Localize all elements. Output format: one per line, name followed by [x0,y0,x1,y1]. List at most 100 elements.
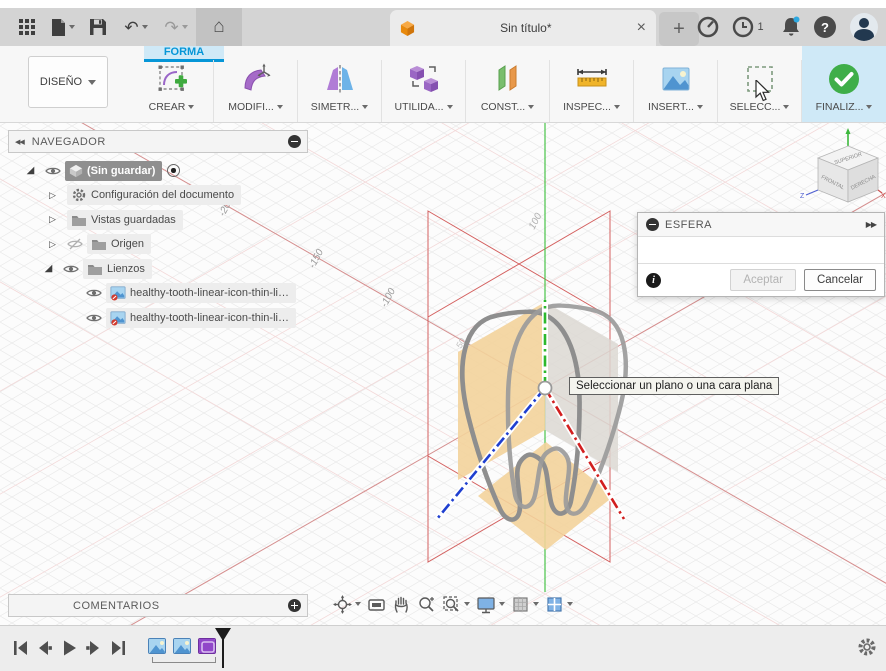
viewcube[interactable]: SUPERIOR FRONTAL DERECHA Z X [796,128,886,212]
inspect-icon [576,69,607,87]
visibility-eye-icon[interactable] [45,163,61,179]
timeline-go-to-start-button[interactable] [10,639,30,657]
grid-settings-button[interactable] [508,591,542,617]
navigator-header[interactable]: ◀◀ NAVEGADOR [8,130,308,153]
root-component-pill[interactable]: (Sin guardar) [65,160,163,181]
activate-component-radio[interactable] [167,164,181,177]
collapse-dialog-button[interactable] [646,218,659,231]
navigator-tree: ◢ (Sin guardar) ▷ Configuración del docu… [8,160,308,332]
avatar-body [854,29,874,41]
tab-forma[interactable]: FORMA [144,46,224,59]
dialog-overflow-icon[interactable]: ▶▶ [866,220,877,229]
look-at-button[interactable] [364,591,389,617]
zoom-button[interactable] [414,591,439,617]
info-icon[interactable]: i [646,272,661,288]
display-settings-button[interactable] [473,591,508,617]
timeline-canvas-feature-2[interactable] [173,638,191,654]
tree-item-root[interactable]: ◢ (Sin guardar) [8,160,308,181]
home-tab[interactable]: ⌂ [196,8,242,46]
new-tab-button[interactable]: + [659,12,699,46]
user-avatar[interactable] [850,13,878,41]
ribbon-group-utilidades[interactable]: UTILIDA... [382,60,466,122]
ribbon-group-simetria[interactable]: SIMETR... [298,60,382,122]
branch-expanded-icon[interactable]: ◢ [42,263,55,274]
finish-icon [829,64,859,94]
viewcube-z-label: Z [800,193,805,200]
comments-title: COMENTARIOS [73,599,160,612]
look-at-icon [368,598,385,611]
file-menu-button[interactable] [46,8,80,46]
workspace-selector[interactable]: DISEÑO [28,56,108,108]
view-navigation-toolbar [330,591,576,617]
timeline-go-to-end-button[interactable] [109,639,129,657]
undo-button[interactable]: ↶ [118,8,154,46]
tree-item-canvas-2[interactable]: healthy-tooth-linear-icon-thin-li… [8,308,308,329]
timeline-step-back-button[interactable] [34,639,54,657]
minimize-navigator-button[interactable] [288,135,301,148]
timeline-settings-button[interactable] [856,636,878,658]
tree-item-document-settings[interactable]: ▷ Configuración del documento [8,185,308,206]
tree-item-canvases[interactable]: ◢ Lienzos [8,258,308,279]
timeline-form-feature[interactable] [198,638,216,654]
tree-item-label: healthy-tooth-linear-icon-thin-li… [130,312,289,325]
job-count-badge: 1 [757,21,764,33]
zoom-window-caret-icon [464,602,470,606]
ribbon-group-modificar[interactable]: MODIFI... [214,60,298,122]
add-comment-button[interactable] [288,599,301,612]
app-grid-button[interactable] [12,8,42,46]
bell-icon [783,16,800,36]
new-tab-icon: + [673,17,685,40]
ribbon-group-insertar[interactable]: INSERT... [634,60,718,122]
select-icon [746,66,773,92]
notifications-button[interactable] [778,8,804,46]
application-toolbar: ↶ ↷ ⌂ Sin título* × + 1 ? [0,8,886,46]
timeline-play-button[interactable] [59,639,79,657]
extensions-button[interactable] [695,8,721,46]
esfera-dialog-header[interactable]: ESFERA ▶▶ [638,213,884,237]
branch-collapsed-icon[interactable]: ▷ [46,190,59,201]
tree-item-saved-views[interactable]: ▷ Vistas guardadas [8,209,308,230]
redo-caret-icon [181,25,188,29]
orbit-button[interactable] [330,591,364,617]
timeline-position-marker[interactable] [215,628,231,670]
construct-icon [498,65,516,91]
branch-collapsed-icon[interactable]: ▷ [46,214,59,225]
insertar-caret-icon [696,105,703,109]
visibility-off-eye-icon[interactable] [67,236,83,252]
close-tab-icon[interactable]: × [637,19,646,37]
ribbon-group-inspeccionar[interactable]: INSPEC... [550,60,634,122]
branch-expanded-icon[interactable]: ◢ [24,165,37,176]
tree-item-origin[interactable]: ▷ Origen [8,234,308,255]
cancel-button[interactable]: Cancelar [803,269,876,291]
visibility-eye-icon[interactable] [63,261,79,277]
ribbon-group-construir[interactable]: CONST... [466,60,550,122]
save-button[interactable] [84,8,112,46]
esfera-dialog: ESFERA ▶▶ i Aceptar Cancelar [637,212,885,297]
collapse-panel-icon[interactable]: ◀◀ [15,138,25,146]
tree-item-canvas-1[interactable]: healthy-tooth-linear-icon-thin-li… [8,283,308,304]
pan-button[interactable] [389,591,414,617]
ribbon-group-finalizar[interactable]: FINALIZ... [802,46,886,122]
origin-point[interactable] [537,380,553,396]
ribbon-group-crear[interactable]: CREAR [130,60,214,122]
tree-item-label: Vistas guardadas [91,213,176,226]
document-tab[interactable]: Sin título* × [390,10,656,46]
branch-collapsed-icon[interactable]: ▷ [46,239,59,250]
workspace-caret-icon [88,79,97,85]
ribbon-group-seleccionar[interactable]: SELECC... [718,60,802,122]
job-status-button[interactable]: 1 [728,8,768,46]
viewports-button[interactable] [542,591,576,617]
zoom-window-button[interactable] [439,591,473,617]
timeline-step-forward-button[interactable] [84,639,104,657]
comments-header[interactable]: COMENTARIOS [8,594,308,617]
help-button[interactable]: ? [811,8,839,46]
visibility-eye-icon[interactable] [86,310,102,326]
accept-button[interactable]: Aceptar [730,269,796,291]
display-settings-icon [477,596,495,613]
timeline-canvas-feature-1[interactable] [148,638,166,654]
redo-button[interactable]: ↷ [158,8,194,46]
visibility-eye-icon[interactable] [86,285,102,301]
form-feature-icon [199,639,215,653]
esfera-dialog-body [638,237,884,264]
root-component-label: (Sin guardar) [87,164,156,177]
